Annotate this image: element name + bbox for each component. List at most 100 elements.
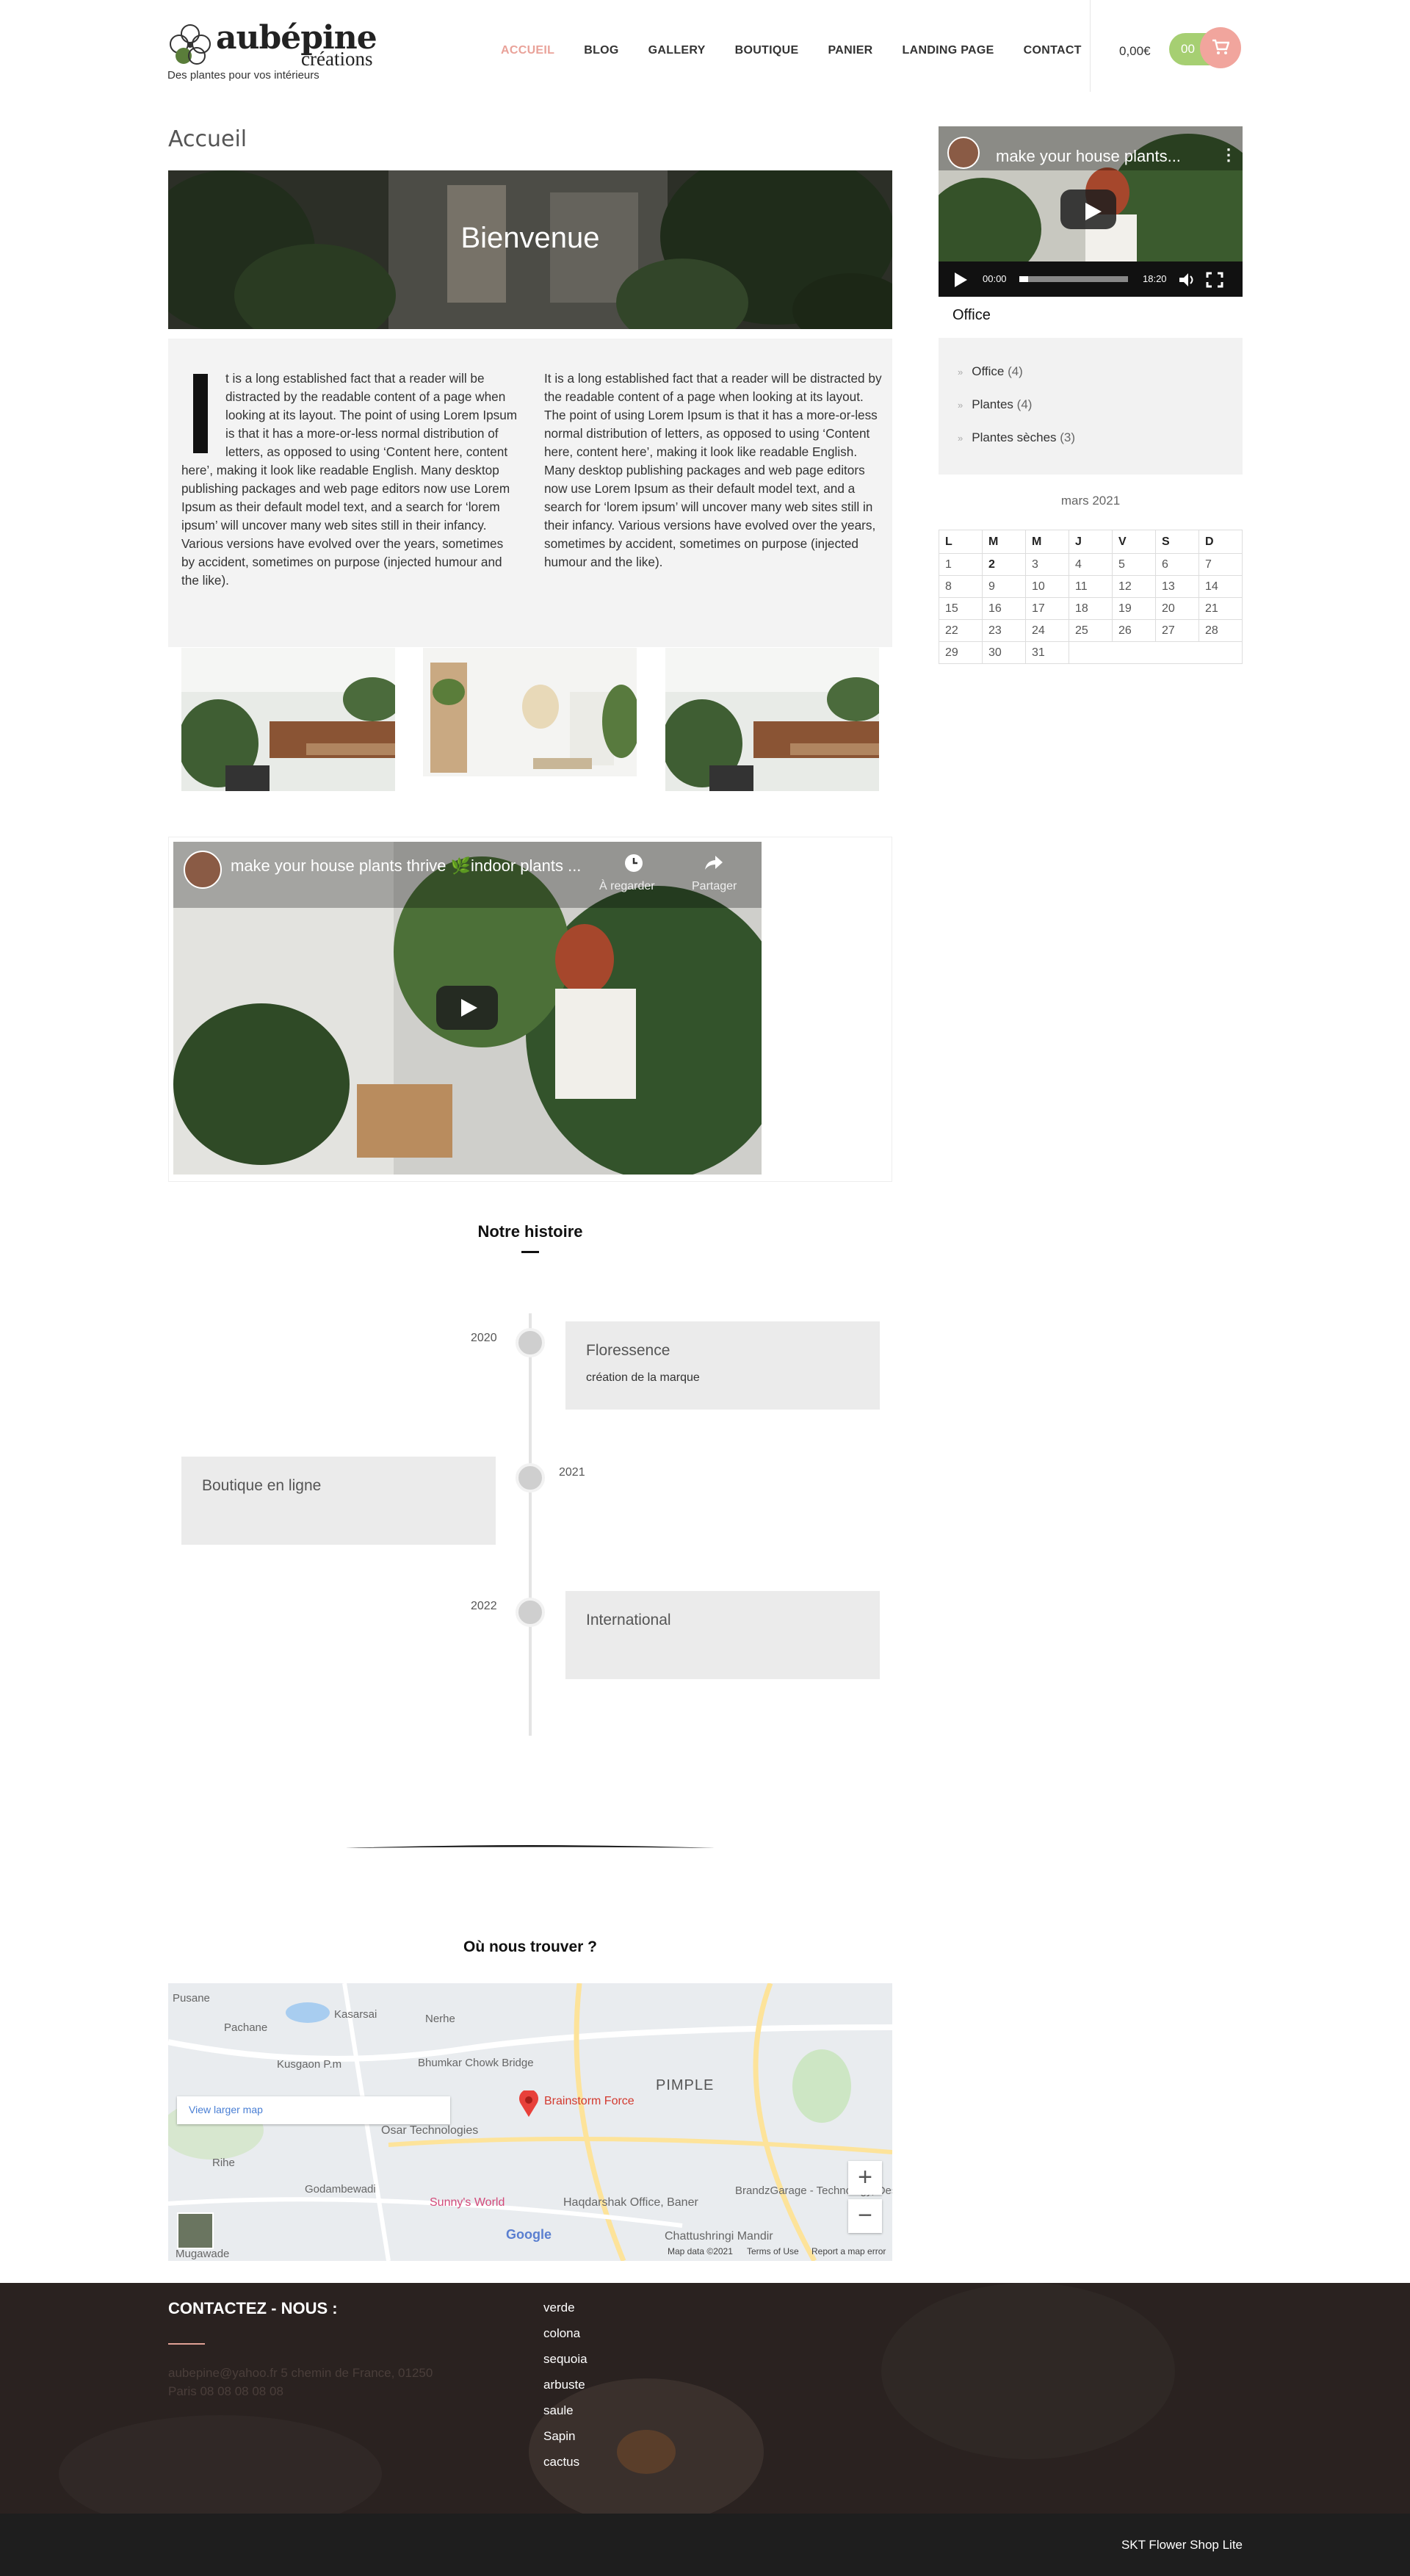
video-progress-bar[interactable] (1019, 276, 1128, 282)
calendar-day: 29 (939, 641, 983, 664)
nav-boutique[interactable]: BOUTIQUE (735, 44, 799, 57)
calendar-day-link[interactable]: 2 (982, 553, 1026, 576)
calendar-week-row: 22 23 24 25 26 27 28 (939, 619, 1243, 642)
nav-landing-page[interactable]: LANDING PAGE (903, 44, 994, 57)
footer-link-verde[interactable]: verde (543, 2301, 575, 2315)
view-larger-map-label[interactable]: View larger map (189, 2104, 263, 2115)
footer-link-cactus[interactable]: cactus (543, 2455, 579, 2469)
calendar-day: 10 (1025, 575, 1069, 598)
sidebar-play-button[interactable] (1060, 190, 1116, 229)
google-map-embed[interactable]: Pusane Pachane Kasarsai Nerhe Kusgaon P.… (168, 1983, 892, 2261)
share-label[interactable]: Partager (692, 880, 737, 893)
logo-subtext: créations (301, 48, 373, 70)
play-icon[interactable] (953, 272, 968, 288)
nav-accueil[interactable]: ACCUEIL (501, 44, 554, 57)
drop-cap-letter (193, 374, 208, 453)
video-title[interactable]: make your house plants thrive 🌿indoor pl… (231, 856, 581, 876)
flower-logo-icon (170, 24, 211, 65)
calendar-day: 17 (1025, 597, 1069, 620)
view-larger-map-link[interactable]: View larger map (177, 2096, 450, 2124)
history-title-underline (521, 1251, 539, 1253)
intro-text-left: t is a long established fact that a read… (181, 371, 518, 588)
map-terms-link[interactable]: Terms of Use (747, 2246, 799, 2256)
footer-link-saule[interactable]: saule (543, 2403, 574, 2418)
timeline-dot (516, 1463, 545, 1493)
sidebar-video-player[interactable]: make your house plants... ⋮ 00:00 18:20 (939, 126, 1243, 297)
calendar-day: 30 (982, 641, 1026, 664)
footer-title-underline (168, 2343, 205, 2345)
fullscreen-icon[interactable] (1206, 272, 1223, 288)
youtube-video-player[interactable]: make your house plants thrive 🌿indoor pl… (173, 842, 762, 1175)
map-satellite-toggle[interactable] (177, 2212, 214, 2249)
timeline-card-2021: Boutique en ligne (181, 1457, 496, 1545)
calendar-day: 15 (939, 597, 983, 620)
map-label: Mugawade (176, 2248, 230, 2260)
map-zoom-out-button[interactable]: − (848, 2199, 882, 2233)
sidebar-channel-avatar[interactable] (947, 137, 980, 169)
more-options-icon[interactable]: ⋮ (1221, 145, 1237, 165)
category-name[interactable]: Plantes (972, 397, 1013, 411)
calendar-header-row: L M M J V S D (939, 530, 1243, 554)
cart-button[interactable] (1200, 27, 1241, 68)
calendar-day: 4 (1069, 553, 1113, 576)
category-name[interactable]: Plantes sèches (972, 430, 1056, 444)
calendar-day: 25 (1069, 619, 1113, 642)
category-widget-title: Office (952, 307, 991, 323)
calendar-day: 31 (1025, 641, 1069, 664)
calendar-day: 13 (1155, 575, 1199, 598)
watch-later-label[interactable]: À regarder (599, 880, 655, 893)
sidebar-video-title[interactable]: make your house plants... (996, 147, 1181, 166)
calendar-day: 11 (1069, 575, 1113, 598)
google-logo: Google (506, 2227, 552, 2242)
calendar-day: 7 (1198, 553, 1243, 576)
channel-avatar[interactable] (184, 851, 222, 889)
calendar-day: 19 (1112, 597, 1156, 620)
timeline-card-title: Floressence (586, 1342, 670, 1359)
nav-panier[interactable]: PANIER (828, 44, 872, 57)
map-label: Haqdarshak Office, Baner (563, 2196, 698, 2209)
nav-gallery[interactable]: GALLERY (648, 44, 706, 57)
gallery-image-living-room[interactable] (181, 648, 395, 791)
header-divider (1090, 0, 1091, 92)
cart-total[interactable]: 0,00€ (1119, 44, 1151, 59)
clock-icon[interactable] (623, 852, 645, 874)
calendar-day: 5 (1112, 553, 1156, 576)
calendar-day: 9 (982, 575, 1026, 598)
share-icon[interactable] (702, 852, 724, 874)
intro-text-block: t is a long established fact that a read… (168, 339, 892, 647)
map-pin-icon[interactable] (518, 2090, 540, 2117)
category-list: » Office (4) » Plantes (4) » Plantes sèches… (939, 338, 1243, 475)
map-section-title: Où nous trouver ? (463, 1938, 597, 1955)
gallery-image-shelves[interactable] (423, 648, 637, 776)
site-logo[interactable]: aubépine créations Des plantes pour vos … (167, 19, 388, 85)
category-item-plantes[interactable]: » Plantes (4) (958, 397, 1032, 412)
nav-blog[interactable]: BLOG (584, 44, 618, 57)
calendar-day: 24 (1025, 619, 1069, 642)
calendar-day: 27 (1155, 619, 1199, 642)
map-report-error-link[interactable]: Report a map error (811, 2246, 886, 2256)
volume-icon[interactable] (1178, 272, 1197, 288)
map-zoom-in-button[interactable]: + (848, 2161, 882, 2195)
calendar-caption: mars 2021 (1060, 494, 1121, 508)
footer-link-colona[interactable]: colona (543, 2326, 580, 2341)
footer-link-sequoia[interactable]: sequoia (543, 2352, 588, 2367)
calendar-day: 22 (939, 619, 983, 642)
calendar-day: 26 (1112, 619, 1156, 642)
timeline-year-2021: 2021 (559, 1466, 585, 1479)
footer-credit[interactable]: SKT Flower Shop Lite (1121, 2538, 1243, 2552)
play-button[interactable] (436, 986, 498, 1030)
category-item-office[interactable]: » Office (4) (958, 364, 1023, 379)
category-name[interactable]: Office (972, 364, 1004, 378)
map-place-brainstorm-force[interactable]: Brainstorm Force (544, 2095, 634, 2108)
category-item-plantes-seches[interactable]: » Plantes sèches (3) (958, 430, 1075, 445)
nav-contact[interactable]: CONTACT (1024, 44, 1082, 57)
gallery-image-living-room-2[interactable] (665, 648, 879, 791)
footer-link-arbuste[interactable]: arbuste (543, 2378, 585, 2392)
footer-link-sapin[interactable]: Sapin (543, 2429, 575, 2444)
category-count: (4) (1008, 364, 1023, 378)
banner-title: Bienvenue (460, 222, 600, 254)
calendar-day-header: L (939, 530, 983, 554)
footer-contact-text: aubepine@yahoo.fr 5 chemin de France, 01… (168, 2366, 433, 2398)
cart-count[interactable]: 00 (1181, 42, 1195, 57)
calendar-empty-cell (1069, 641, 1243, 664)
